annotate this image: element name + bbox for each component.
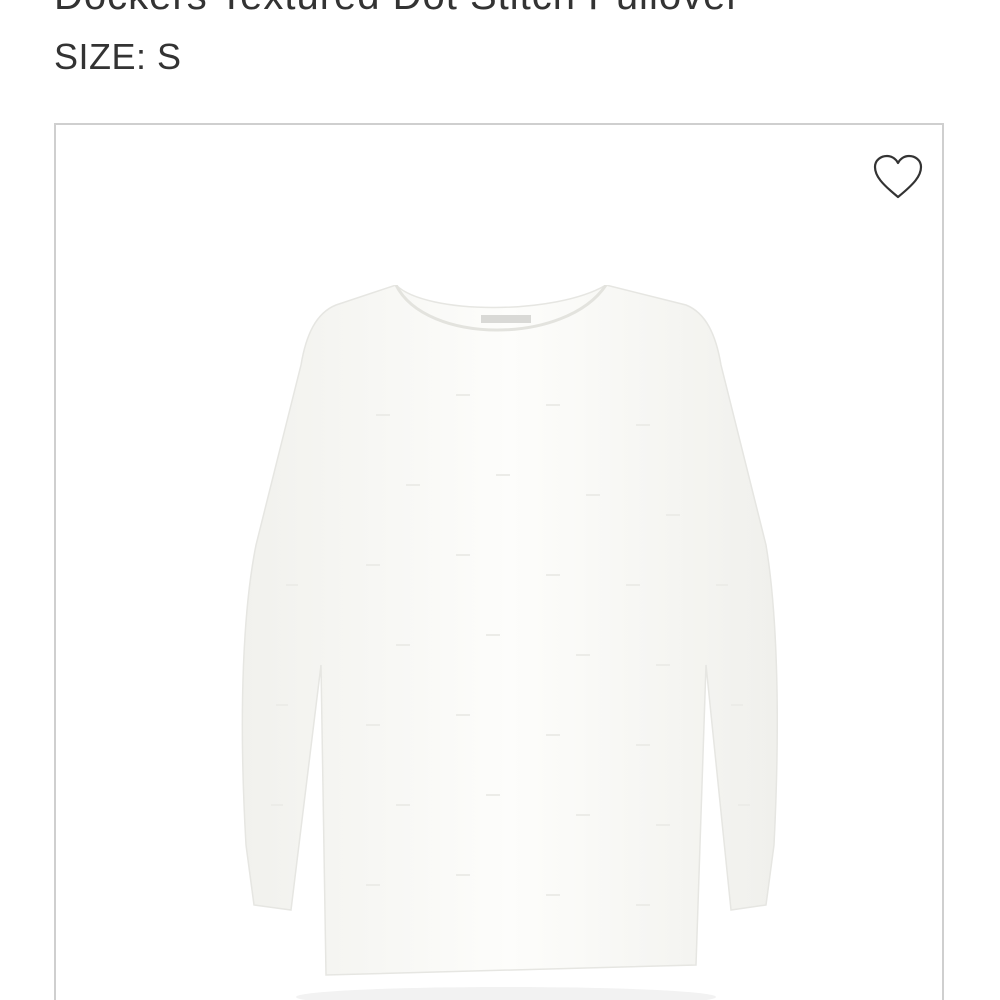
sweater-image [241,285,779,1000]
size-value: S [157,36,182,77]
size-label: SIZE: [54,36,147,77]
product-page: Dockers Textured Dot Stitch Pullover SIZ… [0,0,1000,1000]
product-title: Dockers Textured Dot Stitch Pullover [54,0,741,19]
product-image-card[interactable] [54,123,944,1000]
heart-outline-icon [873,154,923,199]
size-row: SIZE: S [54,36,182,78]
favorite-button[interactable] [872,153,924,201]
